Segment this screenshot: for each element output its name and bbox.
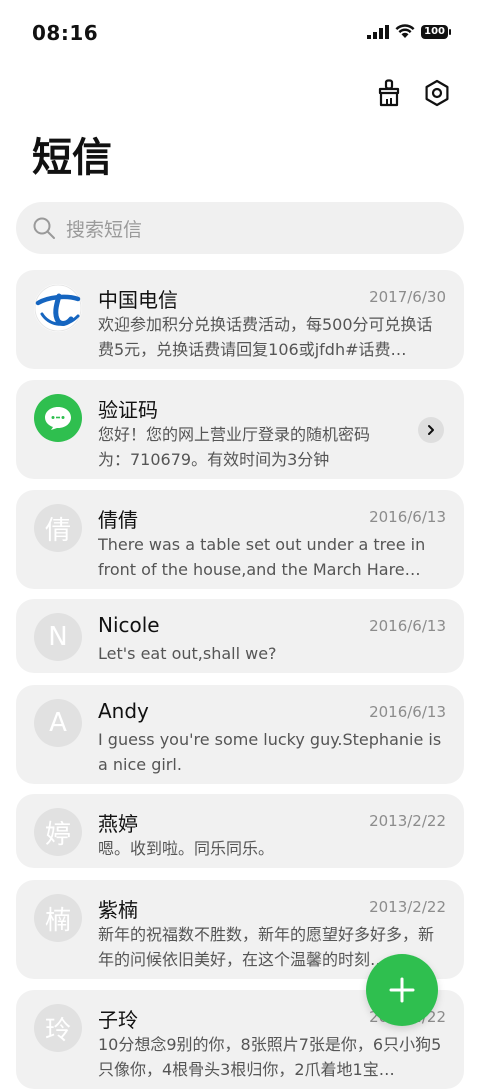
signal-icon <box>367 24 390 39</box>
brush-icon <box>378 79 400 107</box>
contact-name: 验证码 <box>98 398 158 422</box>
message-preview: Let's eat out,shall we? <box>98 644 277 663</box>
message-date: 2016/6/13 <box>369 617 446 635</box>
chevron-right-button[interactable] <box>418 417 444 443</box>
avatar: A <box>34 699 82 747</box>
page-title: 短信 <box>32 135 112 181</box>
search-input[interactable]: 搜索短信 <box>16 202 464 254</box>
message-bubble-icon <box>45 407 71 430</box>
contact-name: 燕婷 <box>98 812 138 836</box>
contact-name: Andy <box>98 699 149 723</box>
conversation-item[interactable]: 倩 倩倩 2016/6/13 There was a table set out… <box>16 490 464 589</box>
conversation-item[interactable]: A Andy 2016/6/13 I guess you're some luc… <box>16 685 464 784</box>
search-placeholder: 搜索短信 <box>66 218 143 241</box>
message-date: 2013/2/22 <box>369 898 446 916</box>
conversation-item[interactable]: 婷 燕婷 2013/2/22 嗯。收到啦。同乐同乐。 <box>16 794 464 868</box>
message-preview: There was a table set out under a tree i… <box>98 535 426 579</box>
avatar <box>34 394 82 442</box>
message-preview: 您好！您的网上营业厅登录的随机密码为：710679。有效时间为3分钟 <box>98 425 371 469</box>
message-date: 2013/2/22 <box>369 812 446 830</box>
message-preview: I guess you're some lucky guy.Stephanie … <box>98 730 442 774</box>
message-date: 2017/6/30 <box>369 288 446 306</box>
status-bar: 08:16 100 <box>0 0 480 66</box>
china-telecom-logo-icon <box>34 284 82 332</box>
status-time: 08:16 <box>32 21 99 45</box>
status-icons: 100 <box>367 24 451 39</box>
contact-name: 子玲 <box>98 1008 138 1032</box>
message-preview: 10分想念9别的你，8张照片7张是你，6只小狗5只像你，4根骨头3根归你，2爪着… <box>98 1035 442 1079</box>
message-preview: 嗯。收到啦。同乐同乐。 <box>98 839 275 858</box>
avatar: 楠 <box>34 894 82 942</box>
contact-name: 中国电信 <box>98 288 178 312</box>
settings-button[interactable] <box>422 78 452 108</box>
conversation-item[interactable]: 验证码 您好！您的网上营业厅登录的随机密码为：710679。有效时间为3分钟 <box>16 380 464 479</box>
avatar: 倩 <box>34 504 82 552</box>
conversation-item[interactable]: 中国电信 2017/6/30 欢迎参加积分兑换话费活动，每500分可兑换话费5元… <box>16 270 464 369</box>
plus-icon <box>389 977 415 1003</box>
avatar: 玲 <box>34 1004 82 1052</box>
avatar <box>34 284 82 332</box>
avatar: 婷 <box>34 808 82 856</box>
contact-name: 倩倩 <box>98 508 138 532</box>
search-icon <box>33 217 55 239</box>
clean-brush-button[interactable] <box>374 78 404 108</box>
new-message-button[interactable] <box>366 954 438 1026</box>
message-date: 2016/6/13 <box>369 703 446 721</box>
contact-name: 紫楠 <box>98 898 138 922</box>
conversation-item[interactable]: N Nicole 2016/6/13 Let's eat out,shall w… <box>16 599 464 673</box>
chevron-right-icon <box>428 425 434 435</box>
message-preview: 欢迎参加积分兑换话费活动，每500分可兑换话费5元，兑换话费请回复106或jfd… <box>98 315 433 359</box>
wifi-icon <box>395 24 415 38</box>
settings-hexagon-icon <box>425 79 449 107</box>
battery-indicator: 100 <box>421 24 451 39</box>
header-actions <box>374 78 452 108</box>
contact-name: Nicole <box>98 613 160 637</box>
avatar: N <box>34 613 82 661</box>
message-date: 2016/6/13 <box>369 508 446 526</box>
